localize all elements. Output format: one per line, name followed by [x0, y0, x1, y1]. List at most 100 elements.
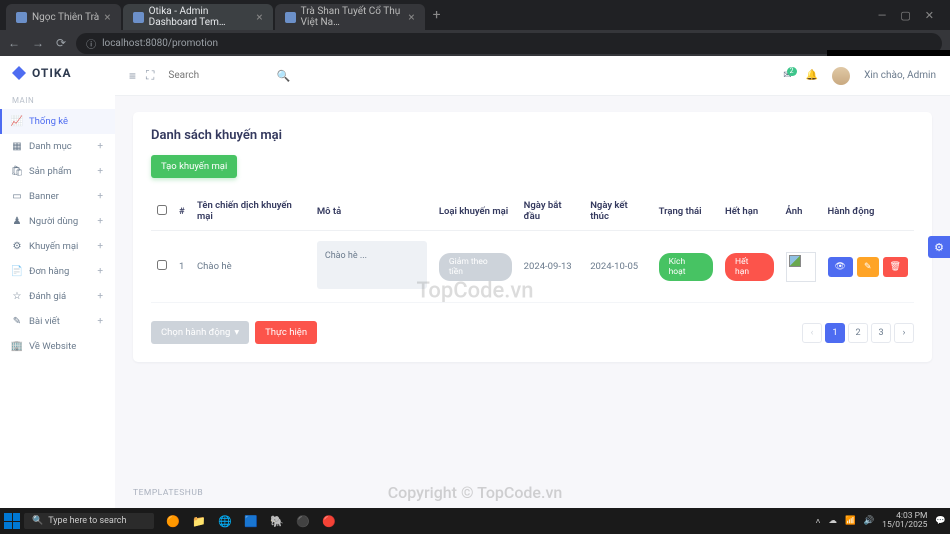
page-2[interactable]: 2	[848, 323, 868, 343]
address-bar: ← → ⟳ ⓘ localhost:8080/promotion	[0, 30, 950, 56]
menu-icon: ☆	[12, 292, 22, 302]
sidebar-item[interactable]: ✎Bài viết+	[0, 309, 115, 334]
delete-button[interactable]: 🗑	[883, 257, 908, 277]
sidebar-item[interactable]: 🛍Sản phẩm+	[0, 159, 115, 184]
sidebar-item[interactable]: ▦ Danh mục +	[0, 134, 115, 159]
forward-icon[interactable]: →	[32, 36, 44, 50]
cell-end: 2024-10-05	[584, 231, 652, 303]
system-tray: ˄ ☁ 📶 🔊 4:03 PM 15/01/2025 💬	[816, 512, 946, 531]
bulk-action-select[interactable]: Chọn hành động ▾	[151, 321, 249, 344]
edit-button[interactable]: ✎	[857, 257, 879, 277]
back-icon[interactable]: ←	[8, 36, 20, 50]
cell-num: 1	[173, 231, 191, 303]
sidebar-item[interactable]: ♟Người dùng+	[0, 209, 115, 234]
tab-title: Trà Shan Tuyết Cổ Thụ Việt Na…	[301, 6, 404, 28]
taskbar-app[interactable]: 📁	[188, 511, 210, 531]
taskbar-app[interactable]: 🔴	[318, 511, 340, 531]
close-icon[interactable]: ×	[104, 10, 110, 24]
page-next[interactable]: ›	[894, 323, 914, 343]
sidebar-item[interactable]: 🏢 Về Website	[0, 334, 115, 359]
maximize-icon[interactable]: ▢	[900, 9, 910, 22]
execute-button[interactable]: Thực hiện	[255, 321, 317, 344]
browser-chrome: Ngọc Thiên Trà × Otika - Admin Dashboard…	[0, 0, 950, 56]
browser-tab[interactable]: Trà Shan Tuyết Cổ Thụ Việt Na… ×	[275, 4, 425, 30]
cell-start: 2024-09-13	[518, 231, 585, 303]
reload-icon[interactable]: ⟳	[56, 36, 66, 50]
settings-knob[interactable]: ⚙	[928, 236, 950, 258]
tray-chevron-icon[interactable]: ˄	[816, 516, 821, 527]
start-button[interactable]	[4, 513, 20, 529]
sidebar-item[interactable]: ▭Banner+	[0, 184, 115, 209]
taskbar-apps: 🟠 📁 🌐 🟦 🐘 ⚫ 🔴	[162, 511, 340, 531]
search-input[interactable]	[164, 64, 294, 87]
expand-icon: +	[97, 266, 103, 277]
mail-button[interactable]: ✉ 2	[783, 70, 791, 81]
minimize-icon[interactable]: ―	[878, 9, 887, 22]
taskbar-app[interactable]: 🟠	[162, 511, 184, 531]
menu-label: Danh mục	[29, 141, 72, 152]
sidebar-item[interactable]: ⚙Khuyến mại+	[0, 234, 115, 259]
sidebar-item[interactable]: 📈Thống kê	[0, 109, 115, 134]
tab-bar: Ngọc Thiên Trà × Otika - Admin Dashboard…	[0, 0, 950, 30]
greeting-text[interactable]: Xin chào, Admin	[864, 70, 936, 81]
url-input[interactable]: ⓘ localhost:8080/promotion	[76, 33, 942, 54]
table-row: 1 Chào hè Chào hè ... Giảm theo tiền 202…	[151, 231, 914, 303]
sound-icon[interactable]: 🔊	[864, 516, 875, 526]
menu-label: Bài viết	[29, 316, 60, 327]
cloud-icon[interactable]: ☁	[828, 516, 837, 526]
close-icon[interactable]: ×	[256, 10, 262, 24]
wifi-icon[interactable]: 📶	[845, 516, 856, 526]
avatar[interactable]	[832, 67, 850, 85]
taskbar-app[interactable]: 🐘	[266, 511, 288, 531]
brand[interactable]: OTIKA	[0, 56, 115, 90]
create-promotion-button[interactable]: Tạo khuyến mại	[151, 155, 237, 178]
menu-label: Người dùng	[29, 216, 78, 227]
taskbar-app[interactable]: 🌐	[214, 511, 236, 531]
taskbar-search[interactable]: 🔍 Type here to search	[24, 513, 154, 529]
sidebar-item[interactable]: 📄Đơn hàng+	[0, 259, 115, 284]
trash-icon: 🗑	[890, 262, 901, 272]
brand-text: OTIKA	[32, 66, 72, 80]
menu-label: Khuyến mại	[29, 241, 78, 252]
expand-icon: +	[97, 291, 103, 302]
close-icon[interactable]: ×	[408, 10, 414, 24]
fullscreen-icon[interactable]: ⛶	[146, 68, 154, 83]
page-1[interactable]: 1	[825, 323, 845, 343]
menu-icon: ♟	[12, 217, 22, 227]
notifications-icon[interactable]: 💬	[935, 516, 946, 526]
close-window-icon[interactable]: ✕	[925, 9, 934, 22]
content: Danh sách khuyến mại Tạo khuyến mại # Tê…	[115, 96, 950, 478]
taskbar-app[interactable]: 🟦	[240, 511, 262, 531]
menu-icon: 📈	[12, 117, 22, 127]
window-controls: ― ▢ ✕	[878, 9, 944, 22]
col-desc: Mô tả	[311, 192, 433, 231]
bell-icon[interactable]: 🔔	[806, 70, 818, 81]
menu-icon: 🏢	[12, 342, 22, 352]
new-tab-button[interactable]: +	[433, 7, 441, 23]
expand-icon: +	[97, 141, 103, 152]
description-input[interactable]: Chào hè ...	[317, 241, 427, 289]
url-text: localhost:8080/promotion	[102, 38, 218, 49]
search-icon[interactable]: 🔍	[277, 69, 291, 82]
row-checkbox[interactable]	[157, 260, 167, 270]
menu-label: Về Website	[29, 341, 76, 352]
promotion-table: # Tên chiến dịch khuyến mại Mô tả Loại k…	[151, 192, 914, 303]
info-icon: ⓘ	[86, 36, 96, 51]
taskbar-app[interactable]: ⚫	[292, 511, 314, 531]
expand-icon: +	[97, 166, 103, 177]
menu-toggle-icon[interactable]: ≡	[129, 69, 136, 83]
sidebar-item[interactable]: ☆ Đánh giá +	[0, 284, 115, 309]
status-badge[interactable]: Kích hoạt	[659, 253, 713, 281]
select-all-checkbox[interactable]	[157, 205, 167, 215]
page-prev[interactable]: ‹	[802, 323, 822, 343]
col-start: Ngày bắt đầu	[518, 192, 585, 231]
view-button[interactable]: 👁	[828, 257, 853, 277]
col-image: Ảnh	[780, 192, 822, 231]
menu-icon: ▦	[12, 142, 22, 152]
menu-label: Đánh giá	[29, 291, 66, 302]
clock[interactable]: 4:03 PM 15/01/2025	[882, 512, 927, 531]
page-3[interactable]: 3	[871, 323, 891, 343]
browser-tab[interactable]: Ngọc Thiên Trà ×	[6, 4, 121, 30]
browser-tab-active[interactable]: Otika - Admin Dashboard Tem… ×	[123, 4, 273, 30]
topbar: ≡ ⛶ 🔍 ✉ 2 🔔 Xin chào, Admin	[115, 56, 950, 96]
